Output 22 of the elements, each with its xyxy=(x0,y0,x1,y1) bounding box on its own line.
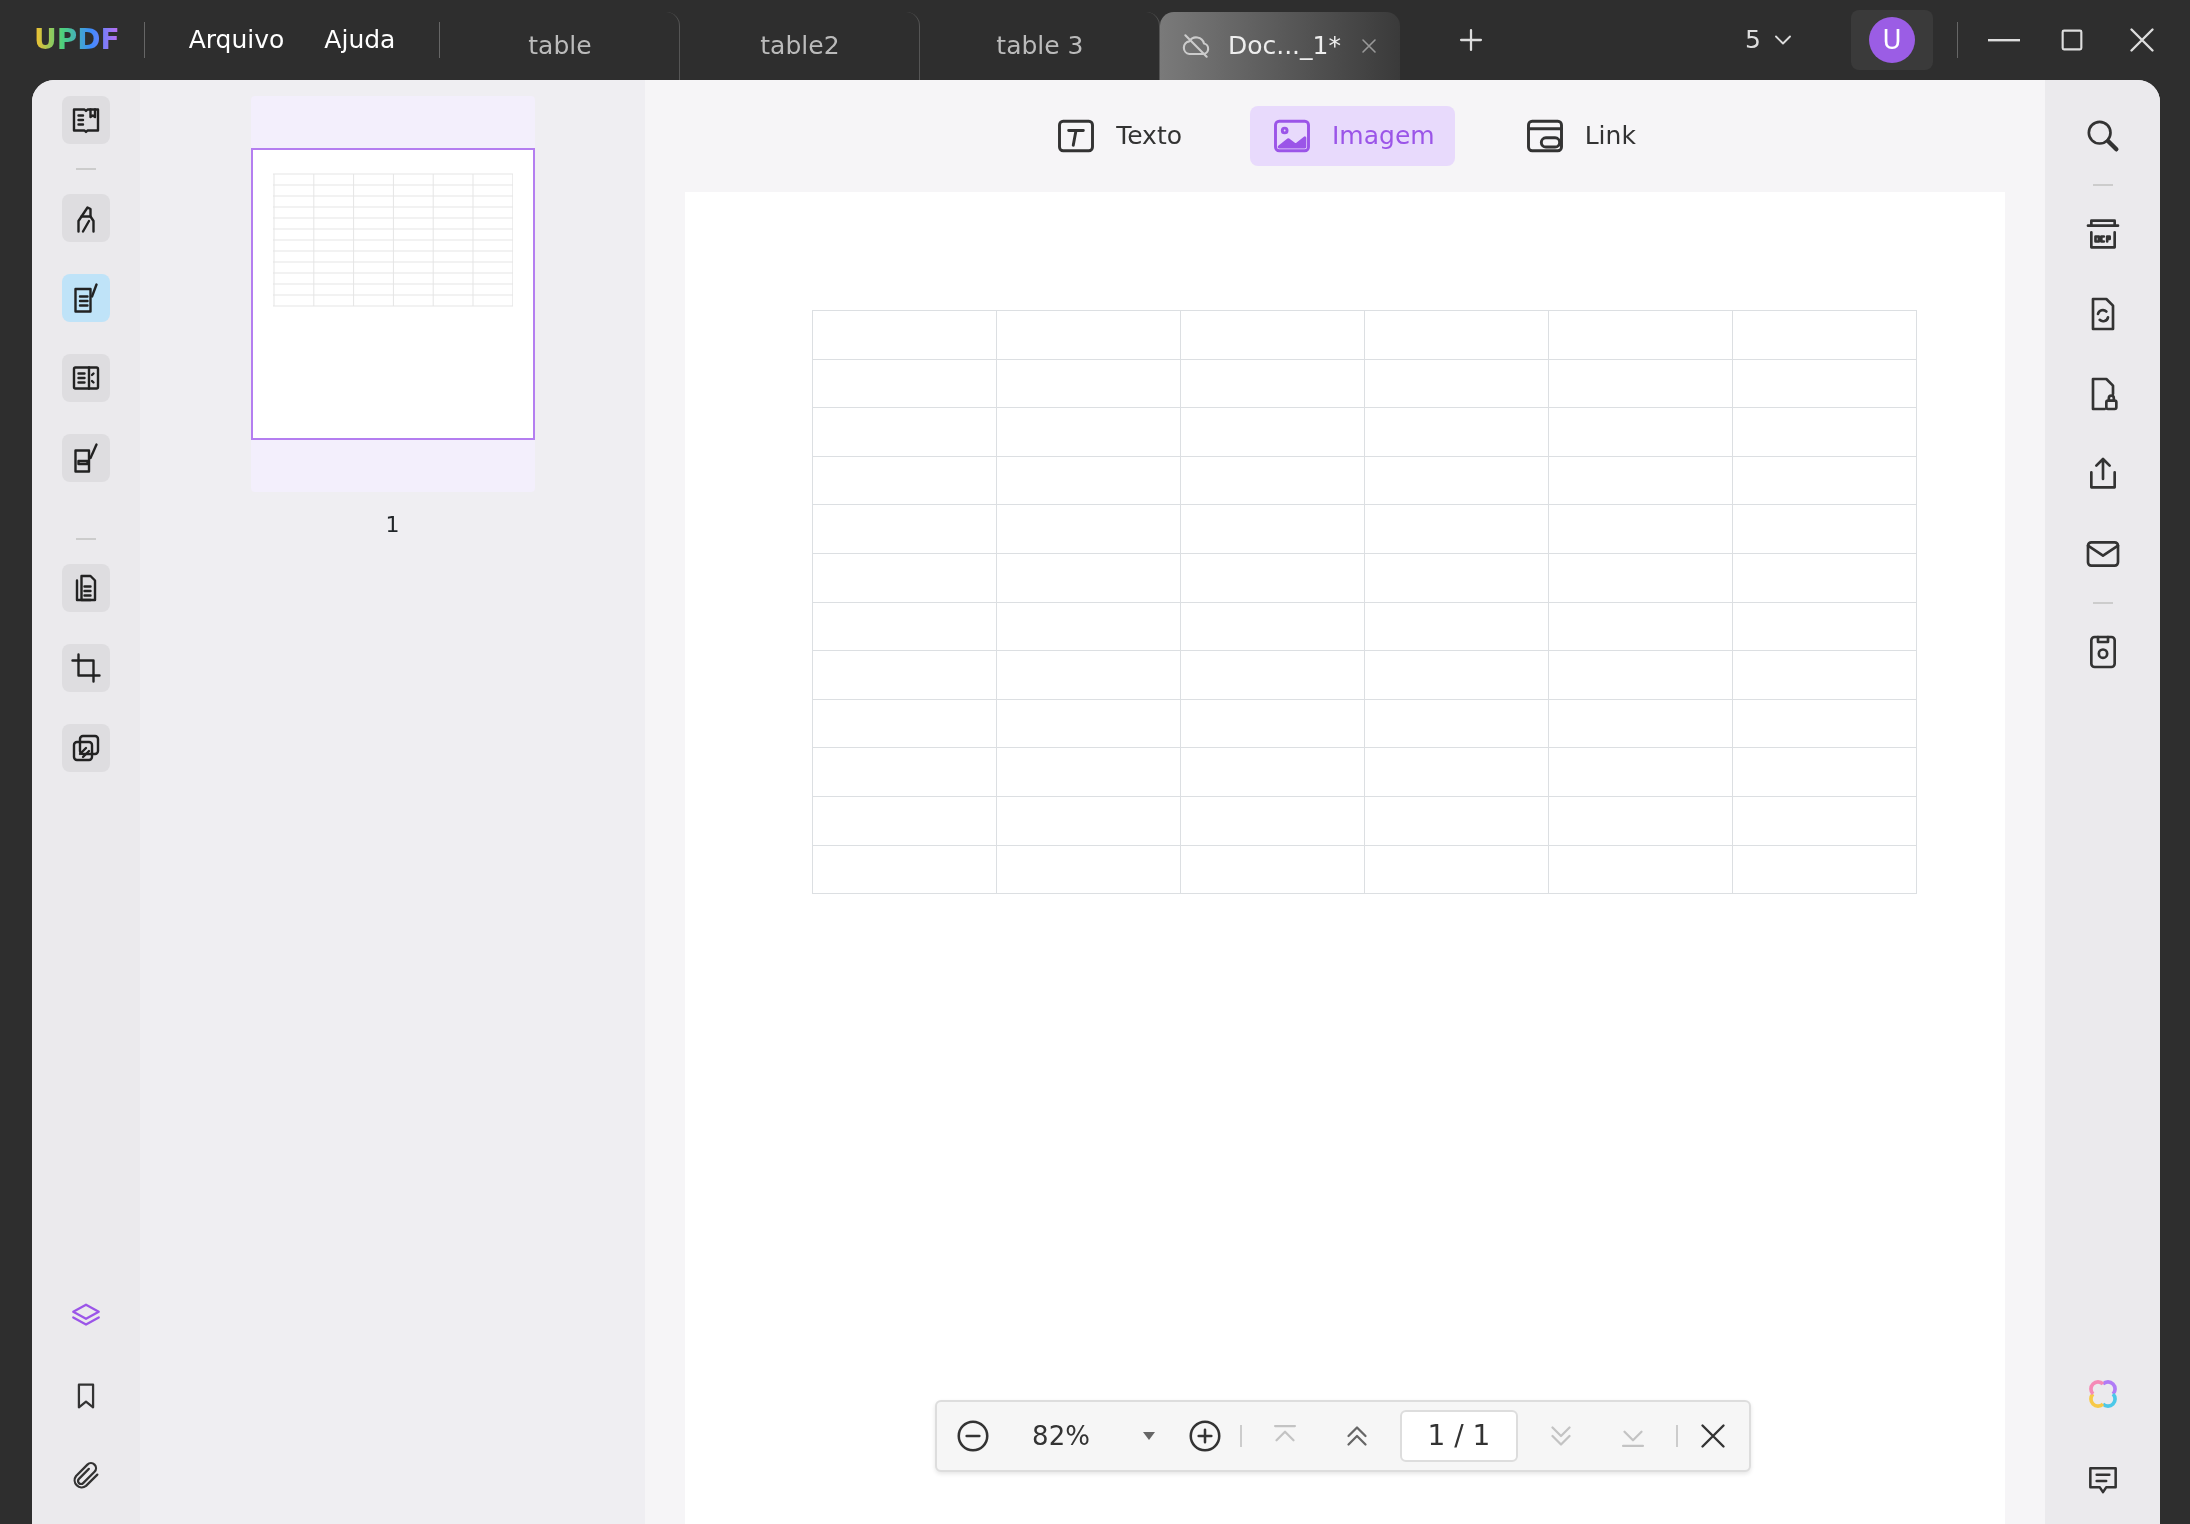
sidebar-tool-button[interactable] xyxy=(62,194,110,242)
menu-item[interactable]: Arquivo xyxy=(168,21,305,59)
edit-mode-button[interactable]: Link xyxy=(1502,106,1656,166)
window-count-button[interactable]: 5 xyxy=(1739,20,1803,60)
page-thumbnail[interactable] xyxy=(250,96,535,492)
page-number-field[interactable]: 1 / 1 xyxy=(1400,1410,1518,1462)
edit-mode-button[interactable]: Texto xyxy=(1034,106,1202,166)
sidebar-tool-button[interactable] xyxy=(62,434,110,482)
sidebar-tool-button[interactable] xyxy=(62,274,110,322)
sidebar-tool-button[interactable] xyxy=(62,354,110,402)
crop-icon xyxy=(68,650,104,686)
sidebar-tool-button[interactable] xyxy=(62,96,110,144)
sidebar-tool-button[interactable] xyxy=(62,564,110,612)
menu-item[interactable]: Ajuda xyxy=(304,21,416,59)
zoom-level: 82% xyxy=(1032,1419,1090,1453)
user-avatar[interactable]: U xyxy=(1869,17,1915,63)
page-number: 1 xyxy=(385,511,400,539)
sidebar-tool-button[interactable] xyxy=(62,644,110,692)
sidebar-tool-button[interactable] xyxy=(62,724,110,772)
minimize-icon xyxy=(1988,39,2020,42)
document-tab[interactable]: Doc..._1* xyxy=(1160,12,1401,80)
caret-icon xyxy=(1141,1430,1158,1442)
